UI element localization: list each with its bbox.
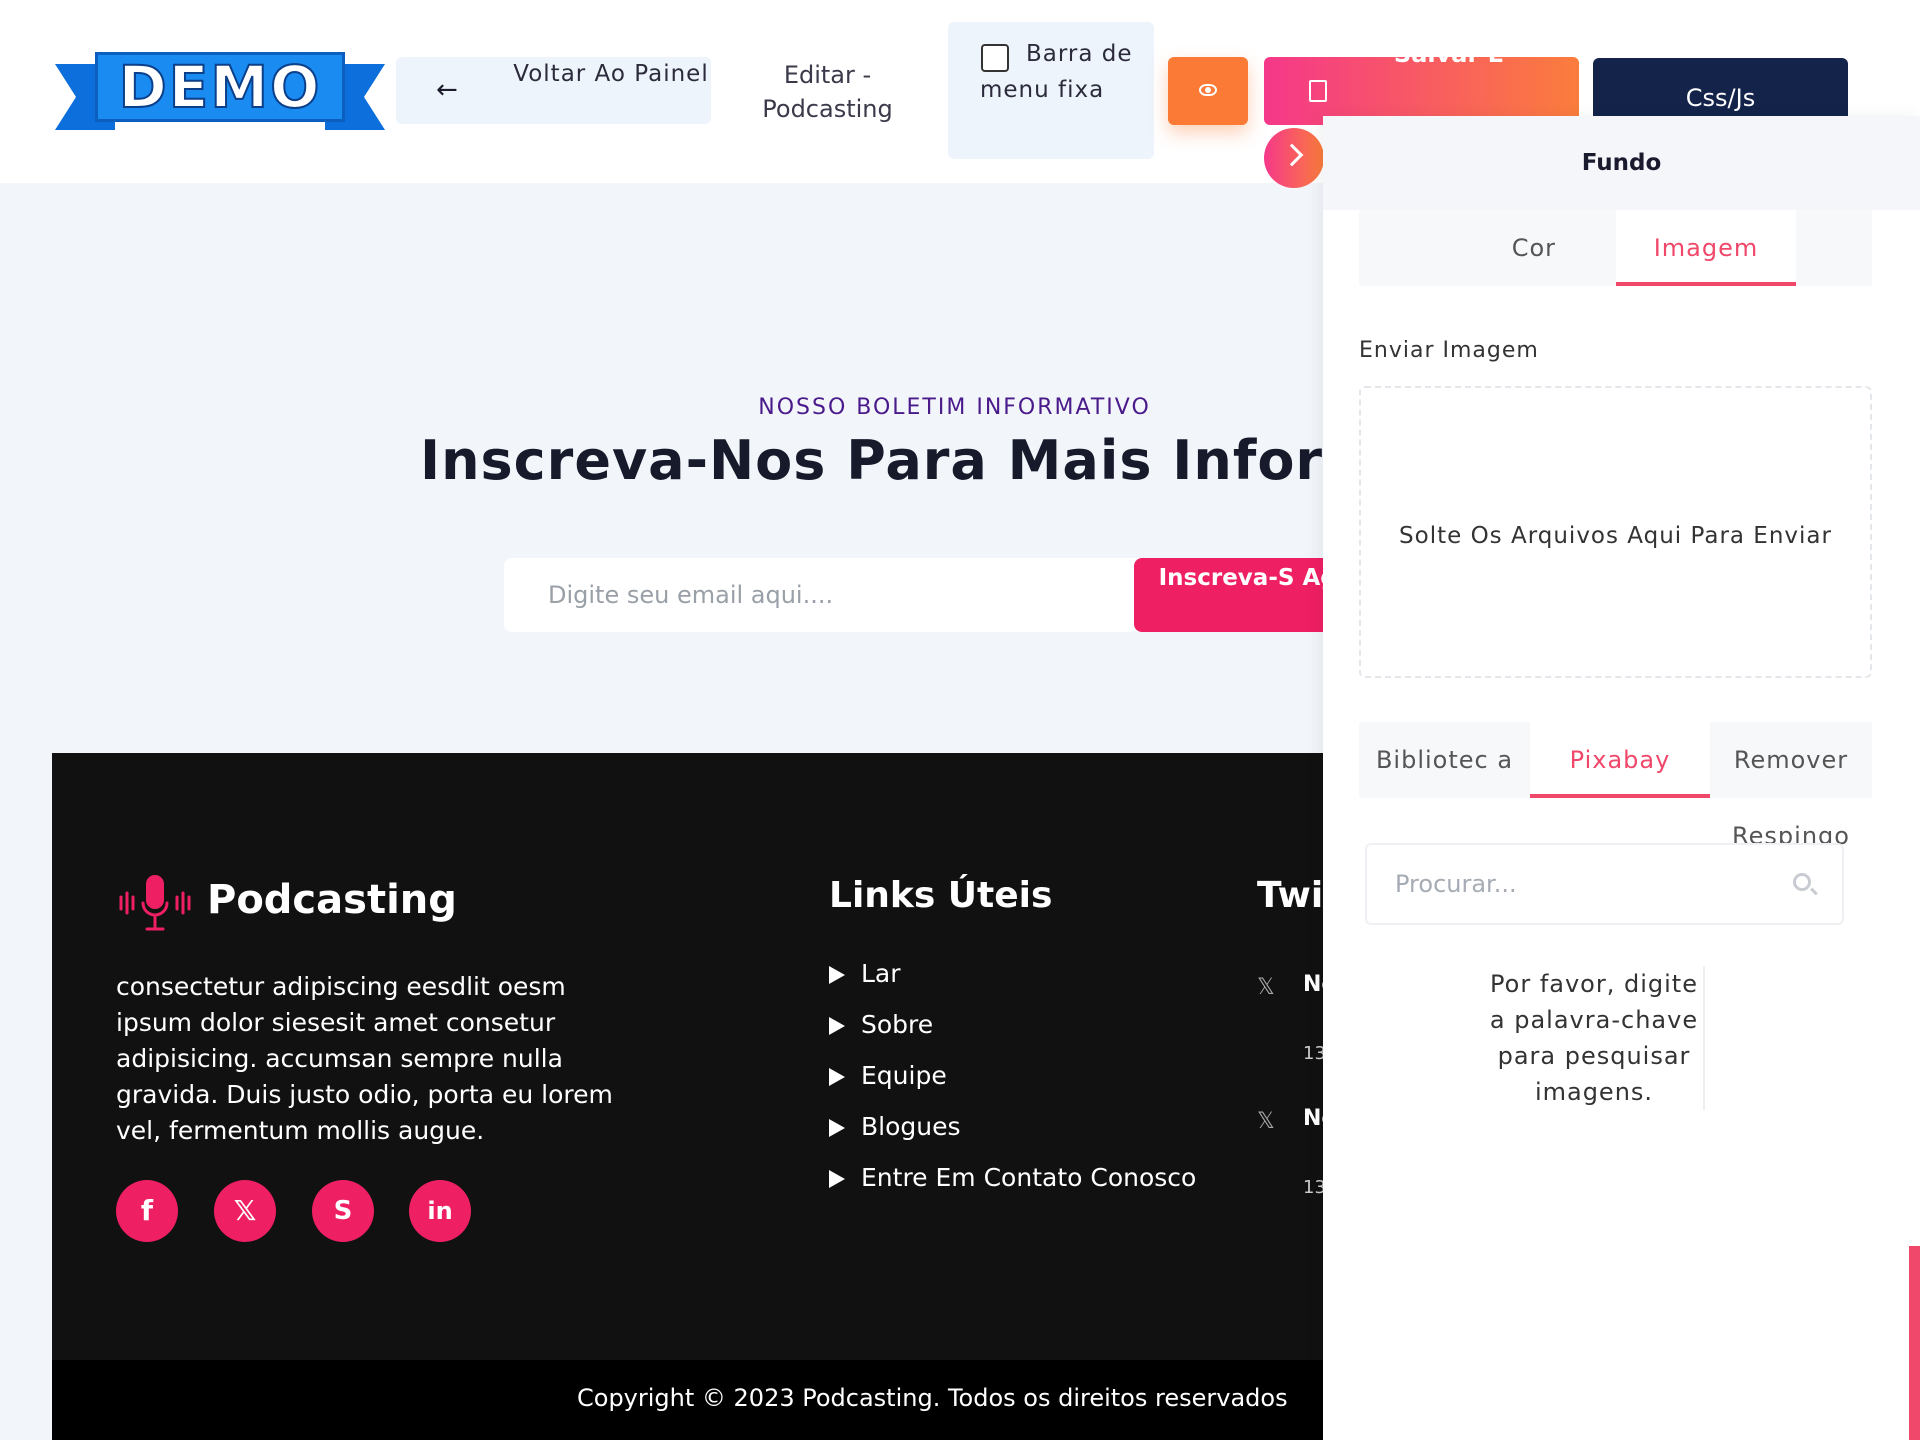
- tab-pixabay[interactable]: Pixabay: [1530, 722, 1710, 798]
- newsletter-title: Inscreva-Nos Para Mais Informe: [420, 429, 1418, 492]
- podcast-mic-icon: [119, 875, 191, 931]
- panel-title: Fundo: [1323, 116, 1920, 210]
- panel-toggle-button[interactable]: [1264, 128, 1324, 188]
- newsletter-email-input[interactable]: [504, 558, 1154, 632]
- arrow-right-icon: [829, 1017, 845, 1035]
- tab-image[interactable]: Imagem: [1616, 210, 1796, 286]
- preview-button[interactable]: [1168, 57, 1248, 125]
- facebook-icon[interactable]: f: [116, 1180, 178, 1242]
- panel-scrollbar[interactable]: [1909, 1246, 1920, 1440]
- search-hint-text: Por favor, digite a palavra-chave para p…: [1485, 966, 1705, 1110]
- back-to-dashboard-button[interactable]: ← Voltar Ao Painel: [396, 57, 711, 124]
- footer-link-contact[interactable]: Entre Em Contato Conosco: [829, 1163, 1196, 1214]
- tab-color[interactable]: Cor: [1359, 210, 1616, 286]
- save-button-label: Salvar E: [1334, 57, 1564, 71]
- sticky-menu-toggle[interactable]: Barra de menu fixa: [948, 22, 1154, 159]
- arrow-right-icon: [829, 1068, 845, 1086]
- background-settings-panel: Fundo Cor Imagem Enviar Imagem Solte Os …: [1323, 116, 1920, 1440]
- footer-link-blogs[interactable]: Blogues: [829, 1112, 1196, 1163]
- footer-links-title: Links Úteis: [829, 875, 1053, 916]
- edit-page-title: Editar - Podcasting: [762, 61, 893, 123]
- footer-link-team[interactable]: Equipe: [829, 1061, 1196, 1112]
- demo-logo-text: DEMO: [118, 52, 322, 122]
- arrow-right-icon: [829, 1119, 845, 1137]
- footer-link-label: Entre Em Contato Conosco: [861, 1163, 1197, 1192]
- x-icon: 𝕏: [1257, 975, 1275, 1000]
- x-icon[interactable]: 𝕏: [214, 1180, 276, 1242]
- arrow-right-icon: [829, 1170, 845, 1188]
- footer-brand[interactable]: Podcasting: [117, 871, 517, 935]
- back-to-dashboard-label: Voltar Ao Painel: [513, 61, 709, 87]
- background-type-tabs: Cor Imagem: [1359, 210, 1872, 286]
- footer-link-label: Sobre: [861, 1010, 934, 1039]
- footer-link-about[interactable]: Sobre: [829, 1010, 1196, 1061]
- footer-link-label: Lar: [861, 959, 901, 988]
- image-search-box: [1365, 843, 1844, 925]
- search-icon[interactable]: [1793, 873, 1811, 891]
- footer-link-label: Blogues: [861, 1112, 961, 1141]
- footer-link-label: Equipe: [861, 1061, 947, 1090]
- footer-twitter-title: Twi: [1257, 875, 1324, 916]
- image-search-input[interactable]: [1367, 845, 1787, 923]
- tab-unsplash[interactable]: Remover Respingo: [1710, 722, 1872, 850]
- skype-icon[interactable]: S: [312, 1180, 374, 1242]
- file-drop-zone[interactable]: Solte Os Arquivos Aqui Para Enviar: [1359, 386, 1872, 678]
- save-button[interactable]: Salvar E: [1264, 57, 1579, 125]
- arrow-left-icon: ←: [436, 75, 458, 105]
- copyright-text: Copyright © 2023 Podcasting. Todos os di…: [577, 1384, 1288, 1412]
- footer-about-text: consectetur adipiscing eesdlit oesm ipsu…: [116, 972, 613, 1145]
- footer-links-list: Lar Sobre Equipe Blogues Entre Em Contat…: [829, 959, 1196, 1214]
- demo-logo: DEMO: [55, 52, 385, 132]
- footer-social-links: f 𝕏 S in: [116, 1180, 516, 1242]
- tab-library[interactable]: Bibliotec a: [1359, 722, 1530, 798]
- x-icon: 𝕏: [1257, 1109, 1275, 1134]
- chevron-right-icon: [1280, 143, 1304, 167]
- arrow-right-icon: [829, 966, 845, 984]
- image-source-tabs: Bibliotec a Pixabay Remover Respingo: [1359, 722, 1872, 850]
- save-disk-icon: [1309, 80, 1327, 102]
- footer-brand-name: Podcasting: [207, 877, 457, 923]
- eye-icon: [1199, 84, 1217, 96]
- upload-image-label: Enviar Imagem: [1359, 338, 1539, 363]
- linkedin-icon[interactable]: in: [409, 1180, 471, 1242]
- footer-link-home[interactable]: Lar: [829, 959, 1196, 1010]
- sticky-menu-label: Barra de menu fixa: [980, 41, 1133, 103]
